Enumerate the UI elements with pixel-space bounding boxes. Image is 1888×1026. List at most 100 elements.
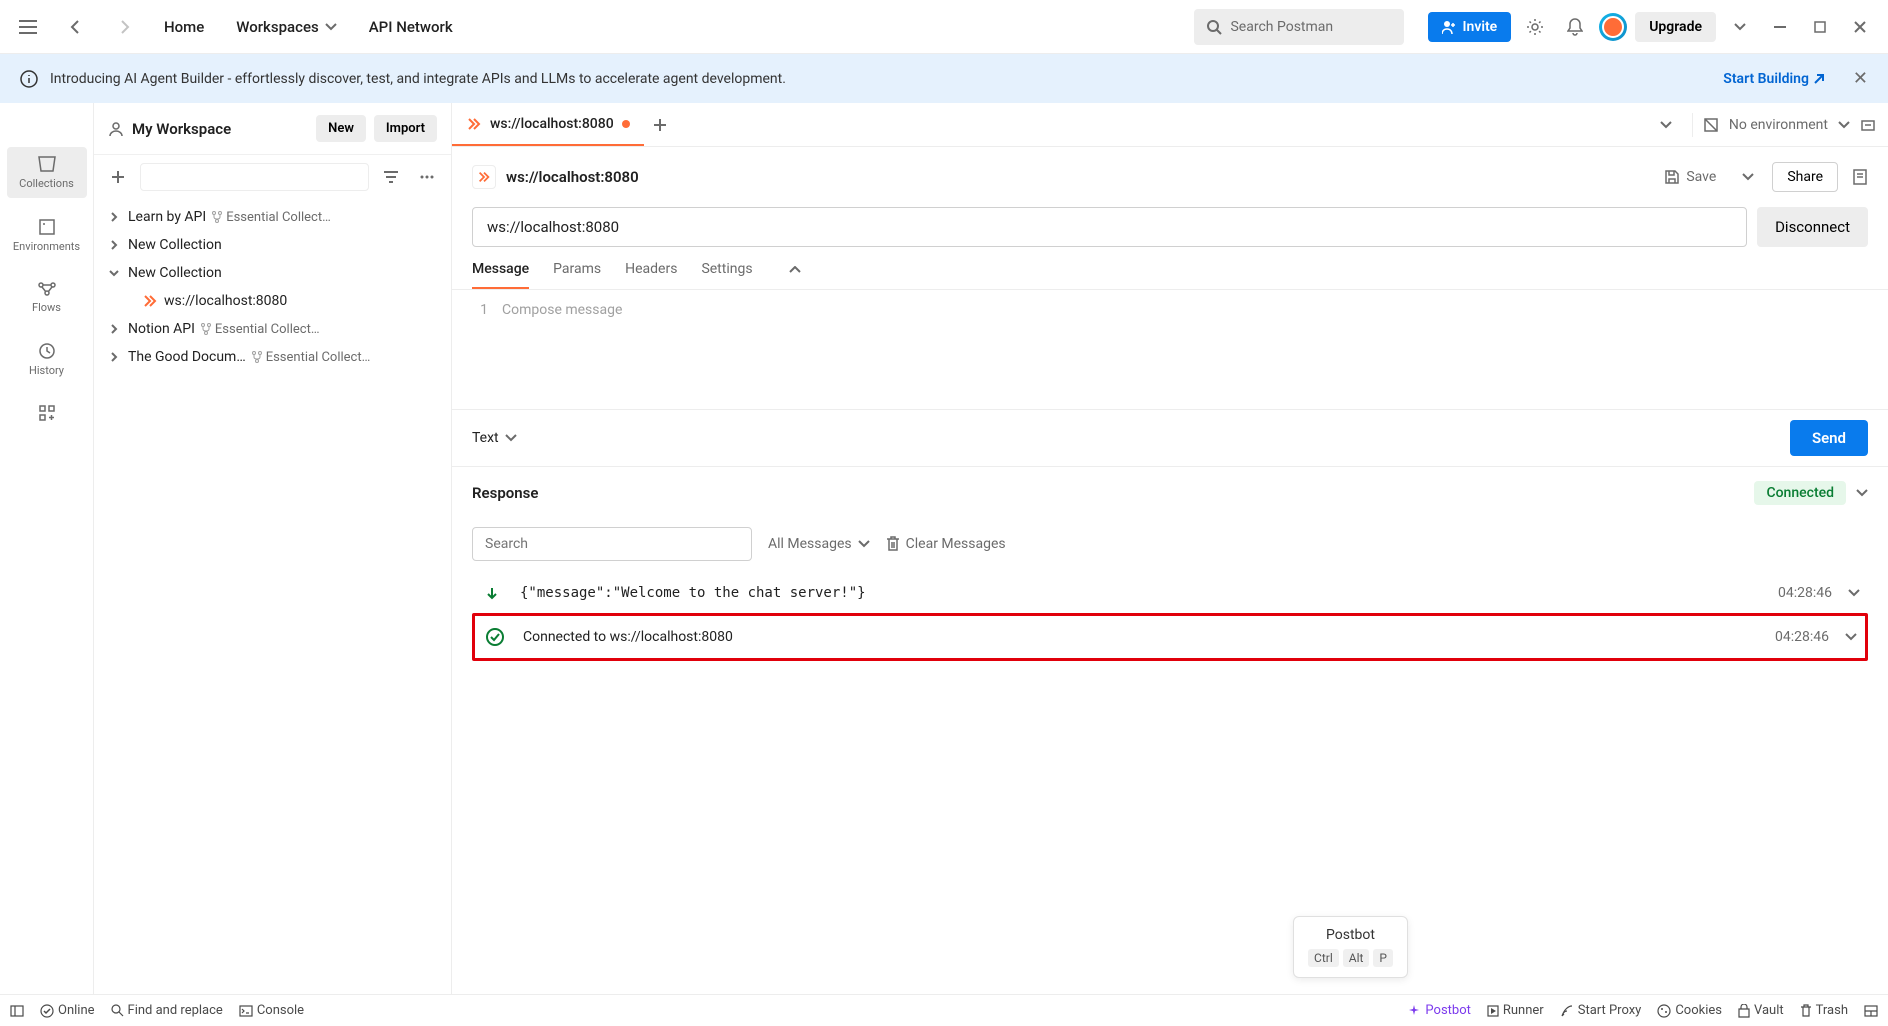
subtab-settings[interactable]: Settings xyxy=(701,261,752,289)
chevron-down-icon[interactable] xyxy=(1838,121,1850,129)
workspaces-dropdown[interactable]: Workspaces xyxy=(228,14,344,40)
settings-icon[interactable] xyxy=(1519,11,1551,43)
tree-item-ws-request[interactable]: ws://localhost:8080 xyxy=(94,287,451,315)
filter-input[interactable] xyxy=(140,163,369,191)
online-status[interactable]: Online xyxy=(40,1003,95,1018)
cookies-button[interactable]: Cookies xyxy=(1657,1003,1722,1018)
chevron-down-icon[interactable] xyxy=(1848,589,1860,597)
sidebar-panel: My Workspace New Import Learn by APIEsse… xyxy=(94,103,451,994)
postbot-avatar[interactable] xyxy=(1599,13,1627,41)
chevron-right-icon[interactable] xyxy=(106,324,122,334)
kbd-ctrl: Ctrl xyxy=(1308,949,1339,967)
response-filter-row: All Messages Clear Messages xyxy=(452,519,1888,569)
message-time: 04:28:46 xyxy=(1775,629,1829,645)
clear-messages-button[interactable]: Clear Messages xyxy=(886,536,1006,552)
runner-button[interactable]: Runner xyxy=(1487,1003,1544,1018)
subtab-params[interactable]: Params xyxy=(553,261,601,289)
header-right: Invite Upgrade xyxy=(1428,11,1876,43)
banner-close-icon[interactable]: ✕ xyxy=(1853,68,1868,89)
import-button[interactable]: Import xyxy=(374,115,437,142)
rail-history[interactable]: History xyxy=(7,334,87,385)
banner-link[interactable]: Start Building xyxy=(1723,71,1825,87)
subtab-message[interactable]: Message xyxy=(472,261,529,289)
chevron-down-icon[interactable] xyxy=(1856,489,1868,497)
env-selector[interactable]: No environment xyxy=(1729,117,1828,133)
home-link[interactable]: Home xyxy=(156,14,212,40)
window-minimize-icon[interactable] xyxy=(1764,11,1796,43)
share-button[interactable]: Share xyxy=(1772,162,1838,192)
shortcut-row: Ctrl Alt P xyxy=(1308,949,1393,967)
collapse-icon[interactable] xyxy=(789,266,801,274)
message-editor[interactable]: 1 Compose message xyxy=(452,290,1888,410)
upgrade-button[interactable]: Upgrade xyxy=(1635,12,1716,42)
sidebar-toggle-icon[interactable] xyxy=(10,1005,24,1017)
new-button[interactable]: New xyxy=(316,115,366,142)
rail-environments[interactable]: Environments xyxy=(7,210,87,261)
console-toggle[interactable]: Console xyxy=(239,1003,304,1018)
rail-add[interactable] xyxy=(7,397,87,429)
chevron-right-icon[interactable] xyxy=(106,212,122,222)
forward-icon[interactable] xyxy=(108,11,140,43)
send-button[interactable]: Send xyxy=(1790,420,1868,456)
hamburger-icon[interactable] xyxy=(12,11,44,43)
status-bar: Online Find and replace Console Postbot … xyxy=(0,994,1888,1026)
tree-item-collection[interactable]: Notion APIEssential Collect… xyxy=(94,315,451,343)
tree-item-collection[interactable]: New Collection xyxy=(94,231,451,259)
chevron-down-icon[interactable] xyxy=(106,268,122,278)
cookies-label: Cookies xyxy=(1675,1003,1722,1018)
vault-button[interactable]: Vault xyxy=(1738,1003,1784,1018)
layout-toggle-icon[interactable] xyxy=(1864,1005,1878,1017)
format-selector[interactable]: Text xyxy=(472,430,517,446)
tree-item-collection[interactable]: The Good Docum…Essential Collect… xyxy=(94,343,451,371)
cookie-icon xyxy=(1657,1004,1671,1018)
rail-collections-label: Collections xyxy=(19,177,74,190)
env-peek-icon[interactable] xyxy=(1860,117,1876,133)
runner-label: Runner xyxy=(1503,1003,1544,1018)
window-maximize-icon[interactable] xyxy=(1804,11,1836,43)
rail-collections[interactable]: Collections xyxy=(7,147,87,198)
banner-link-label: Start Building xyxy=(1723,71,1809,87)
bell-icon[interactable] xyxy=(1559,11,1591,43)
postbot-status[interactable]: Postbot xyxy=(1407,1003,1470,1018)
tab-item[interactable]: ws://localhost:8080 xyxy=(452,103,644,146)
response-header: Response Connected xyxy=(452,467,1888,519)
message-row[interactable]: Connected to ws://localhost:808004:28:46 xyxy=(472,613,1868,661)
chevron-right-icon[interactable] xyxy=(106,240,122,250)
tabs-chevron-icon[interactable] xyxy=(1650,109,1682,141)
chevron-right-icon[interactable] xyxy=(106,352,122,362)
trash-button[interactable]: Trash xyxy=(1800,1003,1848,1018)
proxy-button[interactable]: Start Proxy xyxy=(1560,1003,1642,1018)
save-chevron[interactable] xyxy=(1732,161,1764,193)
history-icon xyxy=(38,342,56,360)
more-icon[interactable] xyxy=(413,163,441,191)
message-filter-dropdown[interactable]: All Messages xyxy=(768,536,870,552)
rail-flows[interactable]: Flows xyxy=(7,273,87,322)
clear-messages-label: Clear Messages xyxy=(906,536,1006,552)
message-row[interactable]: {"message":"Welcome to the chat server!"… xyxy=(472,573,1868,613)
tree-item-collection[interactable]: New Collection xyxy=(94,259,451,287)
response-search-input[interactable] xyxy=(472,527,752,561)
subtab-headers[interactable]: Headers xyxy=(625,261,677,289)
workspace-title[interactable]: My Workspace xyxy=(132,120,308,138)
back-icon[interactable] xyxy=(60,11,92,43)
invite-button[interactable]: Invite xyxy=(1428,12,1511,42)
new-tab-icon[interactable] xyxy=(644,109,676,141)
find-replace[interactable]: Find and replace xyxy=(111,1003,223,1018)
global-search[interactable]: Search Postman xyxy=(1194,9,1404,45)
request-title[interactable]: ws://localhost:8080 xyxy=(506,168,639,186)
filter-icon[interactable] xyxy=(377,163,405,191)
docs-icon[interactable] xyxy=(1852,168,1868,186)
window-close-icon[interactable] xyxy=(1844,11,1876,43)
save-button[interactable]: Save xyxy=(1656,165,1724,189)
upgrade-chevron[interactable] xyxy=(1724,11,1756,43)
fork-icon xyxy=(201,323,211,335)
request-header: ws://localhost:8080 Save Share xyxy=(452,147,1888,207)
tree-item-label: The Good Docum… xyxy=(128,349,246,365)
chevron-down-icon[interactable] xyxy=(1845,633,1857,641)
url-input[interactable] xyxy=(472,207,1747,247)
invite-label: Invite xyxy=(1462,19,1497,35)
api-network-link[interactable]: API Network xyxy=(361,14,461,40)
tree-item-collection[interactable]: Learn by APIEssential Collect… xyxy=(94,203,451,231)
disconnect-button[interactable]: Disconnect xyxy=(1757,207,1868,247)
add-icon[interactable] xyxy=(104,163,132,191)
